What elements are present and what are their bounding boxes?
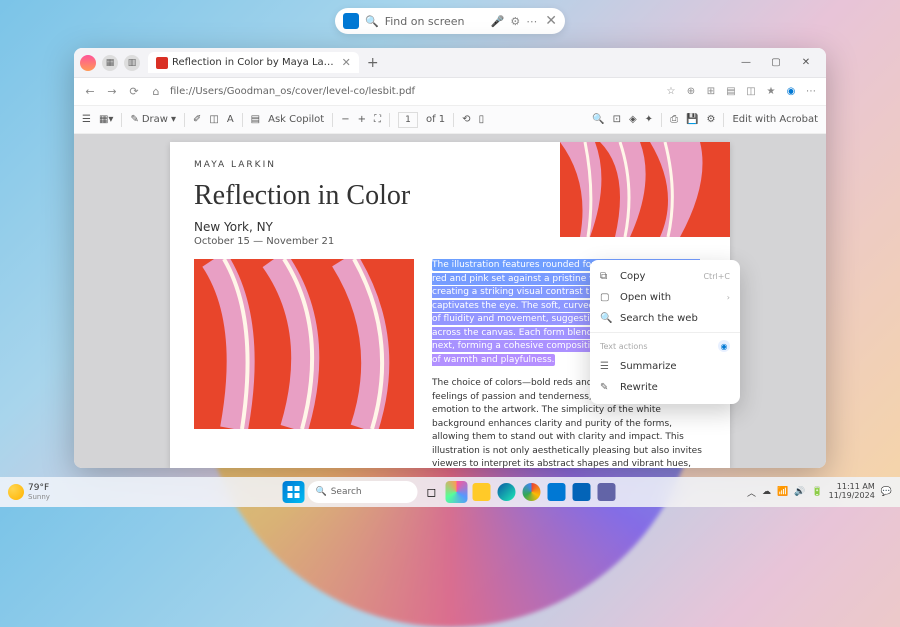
translate-icon[interactable]: ⊕ [684, 86, 698, 97]
address-bar: ← → ⟳ ⌂ file://Users/Goodman_os/cover/le… [74, 78, 826, 106]
clock[interactable]: 11:11 AM 11/19/2024 [829, 483, 875, 501]
store-icon[interactable] [546, 481, 568, 503]
wifi-icon[interactable]: 📶 [777, 487, 788, 497]
start-button[interactable] [283, 481, 305, 503]
favorites-icon[interactable]: ★ [764, 86, 778, 97]
volume-icon[interactable]: 🔊 [794, 487, 805, 497]
url-field[interactable]: file://Users/Goodman_os/cover/level-co/l… [170, 86, 658, 97]
more-icon[interactable]: ⋯ [526, 15, 537, 28]
save-icon[interactable]: 💾 [686, 114, 698, 125]
settings-icon[interactable]: ⚙ [510, 15, 520, 28]
minimize-button[interactable]: — [732, 49, 760, 77]
notifications-icon[interactable]: 💬 [881, 487, 892, 497]
edge-browser-window: ▦ ▥ Reflection in Color by Maya La… ✕ + … [74, 48, 826, 468]
profile-icon[interactable] [80, 55, 96, 71]
collections-icon[interactable]: ▤ [724, 86, 738, 97]
task-view-icon[interactable]: ◻ [421, 481, 443, 503]
copilot-icon [343, 13, 359, 29]
new-tab-button[interactable]: + [367, 55, 379, 71]
browser-tab[interactable]: Reflection in Color by Maya La… ✕ [148, 52, 359, 73]
copilot-taskbar-icon[interactable] [446, 481, 468, 503]
mic-icon[interactable]: 🎤 [491, 15, 505, 28]
contents-icon[interactable]: ☰ [82, 114, 91, 125]
artwork-left [194, 259, 414, 429]
menu-search-web[interactable]: 🔍 Search the web [590, 308, 740, 329]
taskbar-search[interactable]: 🔍 Search [308, 481, 418, 503]
pdf-toolbar: ☰ ▦▾ ✎ Draw ▾ ✐ ◫ A ▤ Ask Copilot − + ⛶ … [74, 106, 826, 134]
search-placeholder: Find on screen [385, 15, 485, 28]
layout-icon[interactable]: ▯ [479, 114, 485, 125]
weather-icon [8, 484, 24, 500]
find-icon[interactable]: 🔍 [592, 114, 604, 125]
rotate-icon[interactable]: ⟲ [462, 114, 470, 125]
zoom-in-icon[interactable]: + [358, 114, 366, 125]
copilot-icon[interactable]: ◉ [784, 86, 798, 97]
workspaces-icon[interactable]: ▦ [102, 55, 118, 71]
window-close-button[interactable]: ✕ [792, 49, 820, 77]
tab-title: Reflection in Color by Maya La… [172, 57, 334, 68]
tab-close-icon[interactable]: ✕ [342, 56, 351, 69]
text-icon[interactable]: A [227, 114, 234, 125]
back-icon[interactable]: ← [82, 85, 98, 98]
copy-icon: ⧉ [600, 271, 612, 282]
zoom-out-icon[interactable]: − [341, 114, 349, 125]
draw-button[interactable]: ✎ Draw ▾ [130, 114, 176, 125]
rewrite-icon: ✎ [600, 382, 612, 393]
context-menu: ⧉ Copy Ctrl+C ▢ Open with › 🔍 Search the… [590, 260, 740, 404]
chevron-right-icon: › [727, 293, 730, 302]
extensions-icon[interactable]: ⊞ [704, 86, 718, 97]
page-number-input[interactable]: 1 [398, 112, 418, 128]
chrome-icon[interactable] [521, 481, 543, 503]
read-aloud-icon[interactable]: ▤ [251, 114, 260, 125]
copilot-search-bar[interactable]: 🔍 Find on screen 🎤 ⚙ ⋯ ✕ [335, 8, 565, 34]
copilot-badge-icon: ◉ [718, 340, 730, 352]
pdf-icon [156, 57, 168, 69]
erase-icon[interactable]: ◫ [209, 114, 218, 125]
artwork-top [560, 142, 730, 237]
adobe-icon[interactable]: ◈ [629, 114, 637, 125]
print-icon[interactable]: ⎙ [670, 114, 678, 125]
open-icon: ▢ [600, 292, 612, 303]
search-icon: 🔍 [365, 15, 379, 28]
split-icon[interactable]: ◫ [744, 86, 758, 97]
forward-icon[interactable]: → [104, 85, 120, 98]
onedrive-icon[interactable]: ☁ [762, 487, 771, 497]
taskbar: 79°F Sunny 🔍 Search ◻ ︿ ☁ 📶 🔊 🔋 11:11 AM… [0, 477, 900, 507]
menu-copy[interactable]: ⧉ Copy Ctrl+C [590, 266, 740, 287]
chevron-up-icon[interactable]: ︿ [747, 486, 756, 499]
screenshot-icon[interactable]: ⊡ [613, 114, 621, 125]
menu-summarize[interactable]: ☰ Summarize [590, 356, 740, 377]
fit-icon[interactable]: ⛶ [374, 114, 381, 125]
thumbnail-icon[interactable]: ▦▾ [99, 114, 113, 125]
dates: October 15 — November 21 [194, 236, 706, 247]
close-icon[interactable]: ✕ [545, 13, 557, 29]
refresh-icon[interactable]: ⟳ [126, 85, 142, 98]
menu-icon[interactable]: ⋯ [804, 86, 818, 97]
menu-open-with[interactable]: ▢ Open with › [590, 287, 740, 308]
home-icon[interactable]: ⌂ [148, 85, 164, 98]
explorer-icon[interactable] [471, 481, 493, 503]
copilot-pdf-icon[interactable]: ✦ [645, 114, 653, 125]
star-icon[interactable]: ☆ [664, 86, 678, 97]
search-icon: 🔍 [316, 487, 327, 497]
maximize-button[interactable]: ▢ [762, 49, 790, 77]
outlook-icon[interactable] [571, 481, 593, 503]
edge-icon[interactable] [496, 481, 518, 503]
ask-copilot-button[interactable]: Ask Copilot [268, 114, 324, 125]
tab-actions-icon[interactable]: ▥ [124, 55, 140, 71]
weather-widget[interactable]: 79°F Sunny [8, 483, 50, 501]
toolbar-settings-icon[interactable]: ⚙ [707, 114, 716, 125]
edit-acrobat-button[interactable]: Edit with Acrobat [732, 114, 818, 125]
title: Reflection in Color [194, 180, 410, 212]
menu-section-header: Text actions ◉ [590, 336, 740, 356]
page-total: of 1 [426, 114, 445, 125]
menu-rewrite[interactable]: ✎ Rewrite [590, 377, 740, 398]
summarize-icon: ☰ [600, 361, 612, 372]
titlebar: ▦ ▥ Reflection in Color by Maya La… ✕ + … [74, 48, 826, 78]
battery-icon[interactable]: 🔋 [811, 487, 822, 497]
teams-icon[interactable] [596, 481, 618, 503]
search-icon: 🔍 [600, 313, 612, 324]
highlight-icon[interactable]: ✐ [193, 114, 201, 125]
